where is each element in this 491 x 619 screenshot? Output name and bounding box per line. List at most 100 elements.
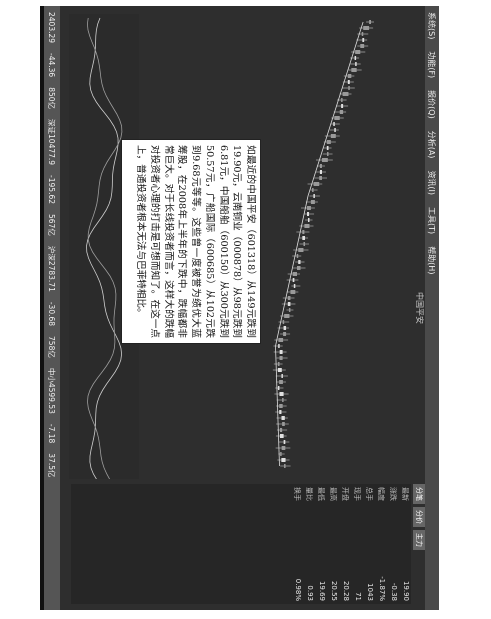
panel-tab[interactable]: 分笔 [413,484,425,504]
candle [307,218,310,222]
status-item: 37.5亿 [47,453,57,478]
candle [326,146,329,150]
status-item: -30.68 [47,301,57,327]
candle [334,116,340,120]
quote-panel: 最新 19.90 涨跌 -0.38 幅度 -1.87% 总手 1043 现手 71 开盘 20.28 最… [71,484,411,604]
status-item: -7.18 [47,423,57,444]
candle [307,212,310,216]
quote-value: 1043 [366,583,374,601]
candle [281,416,285,420]
quote-row: 最新 19.90 [399,484,411,604]
candle [277,362,280,366]
annotation-box: 如最近的中国平安（601318）从149元跌到19.90元，云南铜业（00087… [121,139,261,344]
menu-item[interactable]: 系统(S) [427,12,438,39]
candle [282,320,285,324]
status-item: 758亿 [47,336,57,358]
quote-value: 20.28 [342,580,350,601]
menu-item[interactable]: 报价(Q) [427,90,438,119]
menu-bar: 系统(S) 功能(F) 报价(Q) 分析(A) 资讯(I) 工具(T) 帮助(H) [425,6,439,610]
candle [278,338,284,342]
candle [333,122,335,126]
status-item: -195.62 [47,175,57,204]
candle [287,296,291,300]
status-item: 中小4599.53 [47,367,57,414]
menu-item[interactable]: 资讯(I) [427,170,438,195]
candle [279,428,283,432]
quote-value: 19.90 [402,580,410,601]
annotation-text: 如最近的中国平安（601318）从149元跌到19.90元，云南铜业（00087… [135,145,256,338]
candle [288,308,291,312]
candle [339,110,344,114]
quote-value: 0.98% [294,578,302,601]
candle [334,128,336,132]
candle [277,368,282,372]
menu-item[interactable]: 分析(A) [427,131,438,159]
candle [319,176,322,180]
quote-row: 换手 0.98% [291,484,303,604]
quote-label: 现手 [353,487,361,501]
status-bar: 2403.29 -44.36 850亿 深证10477.9 -195.62 567亿 沪深2… [44,6,60,610]
candle [279,350,283,354]
quote-label: 量比 [305,487,313,501]
quote-row: 最高 20.55 [327,484,339,604]
quote-row: 幅度 -1.87% [375,484,387,604]
candle [298,248,304,252]
candle [296,254,299,258]
candle [290,290,296,294]
candle [342,92,349,96]
quote-label: 开盘 [341,487,349,501]
quote-row: 最低 19.69 [315,484,327,604]
status-item: 2403.29 [47,12,57,44]
status-item: 沪深2783.71 [47,245,57,292]
candle [304,224,310,228]
candle [313,182,320,186]
status-item: 567亿 [47,214,57,236]
quote-row: 总手 1043 [363,484,375,604]
panel-tab[interactable]: 分价 [413,507,425,527]
candle [287,302,291,306]
panel-tab[interactable]: 主力 [413,530,425,550]
candle [348,86,350,90]
candle [283,332,287,336]
candle [355,62,357,66]
panel-tabs: 分笔 分价 主力 [413,484,425,550]
candle [292,278,295,282]
menu-item[interactable]: 工具(T) [427,207,438,234]
candle [355,50,361,54]
candle [313,194,315,198]
candle [281,446,286,450]
candle [361,32,364,36]
quote-row: 涨跌 -0.38 [387,484,399,604]
candle [281,374,283,378]
candle [281,458,286,462]
candle [354,56,357,60]
quote-value: -0.38 [390,582,398,601]
candle [321,158,328,162]
candle [298,260,301,264]
candle [282,398,284,402]
menu-item[interactable]: 帮助(H) [427,246,438,274]
quote-label: 涨跌 [389,487,397,501]
quote-value: 71 [354,592,362,601]
candle [279,356,283,360]
quote-label: 换手 [293,487,301,501]
candle [369,20,371,24]
candle [319,164,322,168]
quote-row: 开盘 20.28 [339,484,351,604]
candle [347,74,352,78]
menu-item[interactable]: 功能(F) [427,51,438,78]
candle [303,242,306,246]
candle [282,422,285,426]
candle [302,236,306,240]
candle [277,386,280,390]
candle [302,230,305,234]
candle [279,392,284,396]
candle [327,152,329,156]
candle [326,140,331,144]
candle [363,26,370,30]
candle [283,326,287,330]
candle [362,38,365,42]
candle [279,434,284,438]
candle [280,452,282,456]
status-item: -44.36 [47,53,57,78]
